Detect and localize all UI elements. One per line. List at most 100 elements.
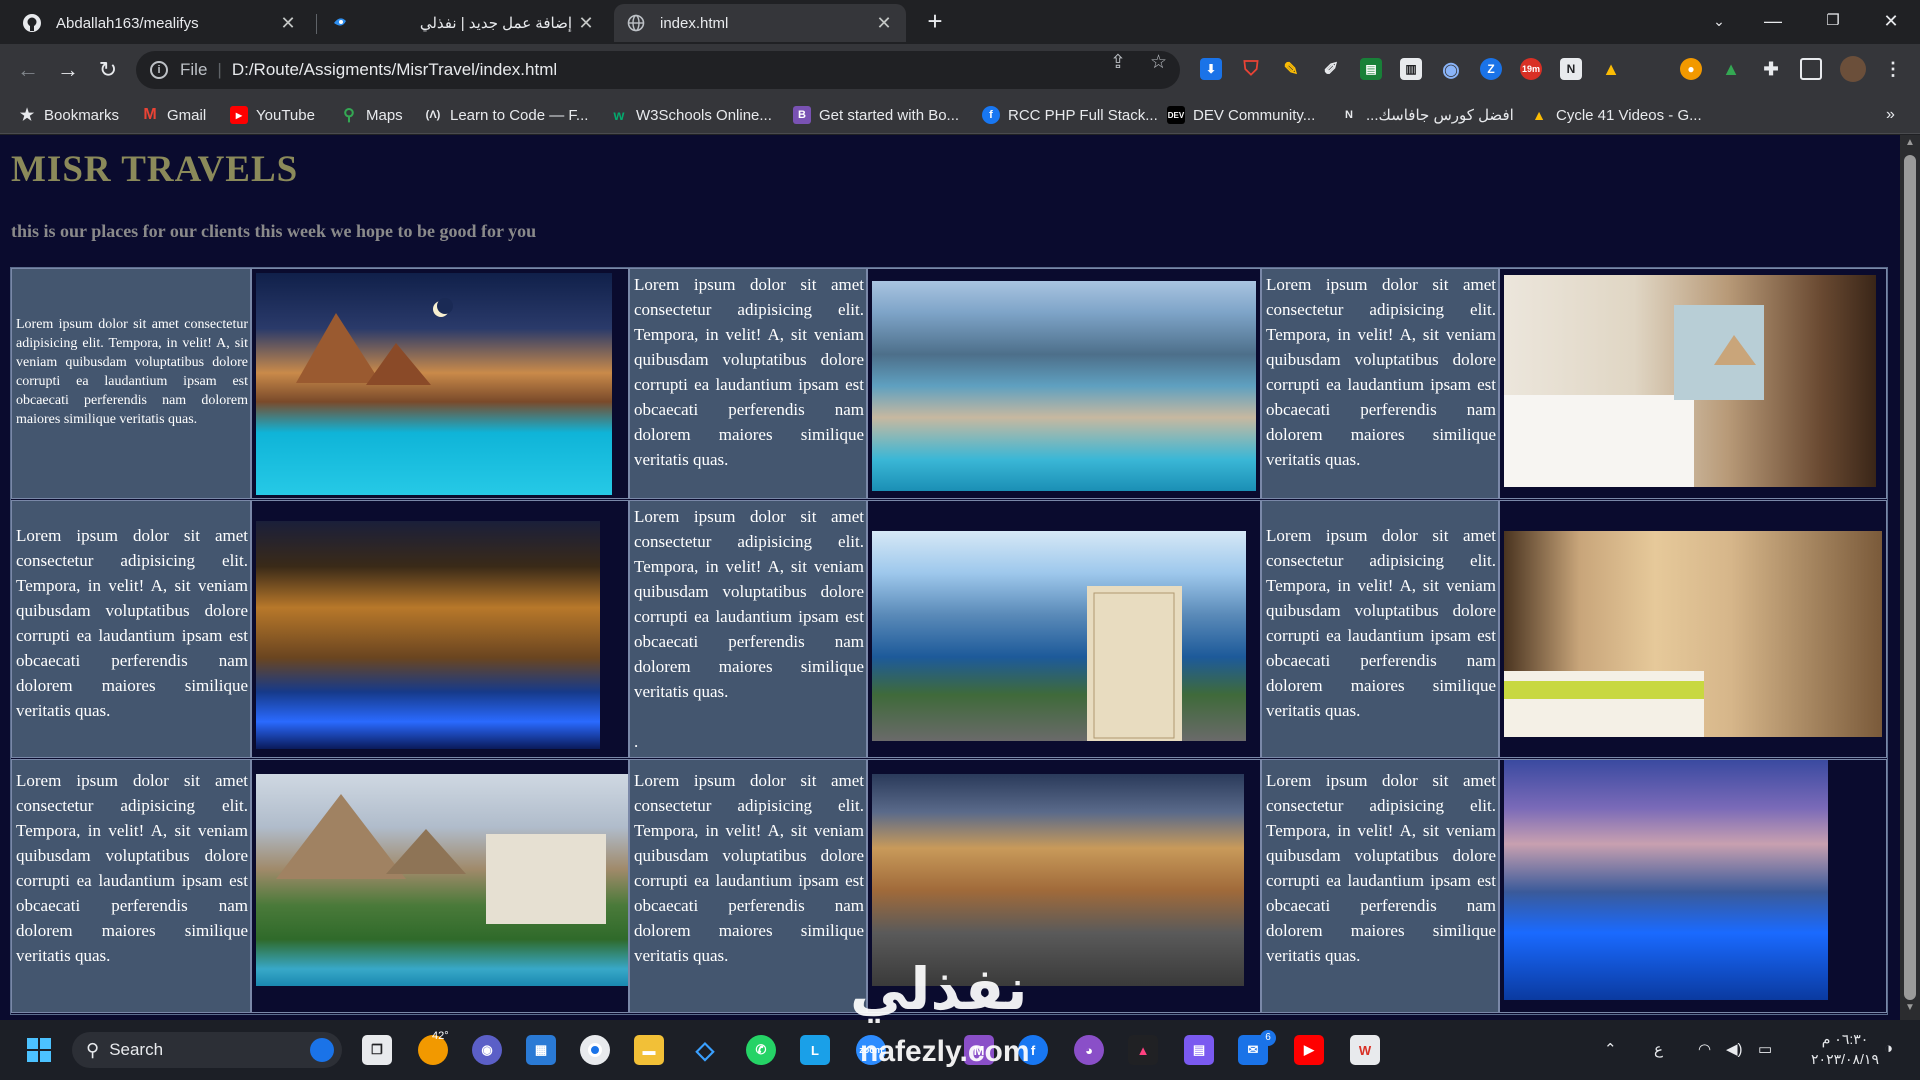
- eyedropper-ext-icon[interactable]: ✐: [1320, 58, 1342, 80]
- bookmark-item[interactable]: ▶ YouTube: [230, 105, 315, 125]
- docs-ext-icon[interactable]: ▥: [1400, 58, 1422, 80]
- more-bookmarks-icon[interactable]: »: [1886, 105, 1895, 125]
- windows-start-icon[interactable]: [24, 1035, 54, 1065]
- back-button[interactable]: ←: [14, 56, 42, 84]
- description-cell: Lorem ipsum dolor sit amet consectetur a…: [11, 268, 251, 499]
- chrome-icon[interactable]: [580, 1035, 610, 1065]
- bookmark-item[interactable]: M Gmail: [141, 105, 206, 125]
- pyramids-garden-image: [256, 774, 628, 986]
- tab-index-html[interactable]: index.html ✕: [614, 4, 906, 42]
- sidepanel-icon[interactable]: [1800, 58, 1822, 80]
- whatsapp-icon[interactable]: ✆: [746, 1035, 776, 1065]
- notifications-icon[interactable]: ◑: [1884, 1040, 1893, 1057]
- task-view-icon[interactable]: ❐: [362, 1035, 392, 1065]
- nafezly-icon: [330, 13, 350, 33]
- store-icon[interactable]: ▦: [526, 1035, 556, 1065]
- image-cell: [1499, 759, 1887, 1013]
- tab-title: إضافة عمل جديد | نفذلي: [419, 15, 572, 32]
- bookmark-item[interactable]: B Get started with Bo...: [793, 105, 959, 125]
- menu-icon[interactable]: ⋮: [1882, 58, 1904, 80]
- dev-icon: DEV: [1167, 106, 1185, 124]
- youtube-icon: ▶: [230, 106, 248, 124]
- github-desktop-icon[interactable]: ◕: [1074, 1035, 1104, 1065]
- tab-nafezly[interactable]: إضافة عمل جديد | نفذلي ✕: [318, 4, 608, 42]
- share-icon[interactable]: ⇪: [1110, 51, 1126, 74]
- bookmark-item[interactable]: ▲ Cycle 41 Videos - G...: [1530, 105, 1702, 125]
- tab-title: Abdallah163/mealifys: [56, 14, 199, 32]
- image-cell: [867, 268, 1261, 499]
- page-scrollbar[interactable]: ▲ ▼: [1900, 135, 1920, 1020]
- watermark-arabic: نفذلي: [850, 955, 1028, 1023]
- drive2-ext-icon[interactable]: ▲: [1720, 58, 1742, 80]
- tab-search-icon[interactable]: ⌄: [1696, 6, 1742, 36]
- volume-icon[interactable]: ◀): [1726, 1040, 1743, 1058]
- address-bar[interactable]: i File | D:/Route/Assigments/MisrTravel/…: [136, 51, 1180, 89]
- taskbar-search[interactable]: ⚲ Search: [72, 1032, 342, 1068]
- w3schools-icon: w: [613, 107, 625, 123]
- page-subtitle: this is our places for our clients this …: [11, 221, 537, 241]
- image-cell: [251, 759, 629, 1013]
- youtube-taskbar-icon[interactable]: ▶: [1294, 1035, 1324, 1065]
- battery-icon[interactable]: ▭: [1758, 1040, 1772, 1058]
- bookmark-item[interactable]: w W3Schools Online...: [610, 105, 772, 125]
- bookmark-item[interactable]: N افضل كورس جافاسك...: [1340, 105, 1514, 125]
- bookmark-star-icon[interactable]: ☆: [1150, 51, 1167, 74]
- chevron-up-icon[interactable]: ⌃: [1604, 1040, 1617, 1058]
- forward-button[interactable]: →: [54, 56, 82, 84]
- new-tab-button[interactable]: +: [921, 8, 949, 36]
- minimize-button[interactable]: —: [1750, 6, 1796, 36]
- drive-ext-icon[interactable]: ▲: [1600, 58, 1622, 80]
- file-explorer-icon[interactable]: ▬: [634, 1035, 664, 1065]
- chat-icon[interactable]: ◉: [472, 1035, 502, 1065]
- description-cell: Lorem ipsum dolor sit amet consectetur a…: [11, 500, 251, 758]
- lens-ext-icon[interactable]: ◉: [1440, 58, 1462, 81]
- close-icon[interactable]: ✕: [278, 13, 298, 33]
- zoom-ext-icon[interactable]: Z: [1480, 58, 1502, 80]
- extensions-icon[interactable]: ✚: [1760, 58, 1782, 80]
- wifi-icon[interactable]: ◠: [1698, 1040, 1711, 1058]
- tab-github[interactable]: Abdallah163/mealifys ✕: [10, 4, 310, 42]
- sheets-ext-icon[interactable]: ▤: [1360, 58, 1382, 80]
- vscode-icon[interactable]: ◇: [690, 1035, 720, 1065]
- description-cell: Lorem ipsum dolor sit amet consectetur a…: [629, 759, 867, 1013]
- l-app-icon[interactable]: L: [800, 1035, 830, 1065]
- notion-ext-icon[interactable]: N: [1560, 58, 1582, 80]
- clock-time: ٠٦:٣٠ م: [1821, 1031, 1869, 1047]
- bookmark-item[interactable]: (Λ) Learn to Code — F...: [424, 105, 589, 125]
- image-cell: [1499, 268, 1887, 499]
- affinity-icon[interactable]: ▲: [1128, 1035, 1158, 1065]
- description-cell: Lorem ipsum dolor sit amet consectetur a…: [11, 759, 251, 1013]
- close-icon[interactable]: ✕: [576, 13, 596, 33]
- bookmark-item[interactable]: ★ Bookmarks: [18, 105, 119, 125]
- scheme-label: File: [180, 60, 208, 79]
- scroll-down-icon[interactable]: ▼: [1900, 1002, 1920, 1018]
- url-text[interactable]: D:/Route/Assigments/MisrTravel/index.htm…: [232, 60, 557, 80]
- close-window-button[interactable]: ✕: [1868, 6, 1914, 36]
- input-language[interactable]: ع: [1654, 1040, 1663, 1058]
- clock[interactable]: ٠٦:٣٠ م ٢٠٢٣/٠٨/١٩: [1795, 1029, 1895, 1069]
- gmail-icon: M: [143, 106, 157, 123]
- wps-office-icon[interactable]: W: [1350, 1035, 1380, 1065]
- shield-ext-icon[interactable]: ⛉: [1240, 58, 1262, 80]
- freecodecamp-icon: (Λ): [425, 109, 441, 121]
- close-icon[interactable]: ✕: [874, 13, 894, 33]
- reload-button[interactable]: ↻: [94, 56, 122, 84]
- table-row: Lorem ipsum dolor sit amet consectetur a…: [11, 268, 1887, 500]
- scroll-up-icon[interactable]: ▲: [1900, 137, 1920, 153]
- bookmark-item[interactable]: f RCC PHP Full Stack...: [982, 105, 1158, 125]
- pen-ext-icon[interactable]: ✎: [1280, 58, 1302, 80]
- drive-icon: ▲: [1532, 107, 1546, 123]
- weather-temp: 42°: [432, 1030, 449, 1042]
- globe-icon: [626, 13, 646, 33]
- github-icon: [22, 13, 42, 33]
- clipchamp-icon[interactable]: ▤: [1184, 1035, 1214, 1065]
- info-icon[interactable]: i: [150, 61, 168, 79]
- download-ext-icon[interactable]: ⬇: [1200, 58, 1222, 80]
- timer-ext-icon[interactable]: 19m: [1520, 58, 1542, 80]
- restore-button[interactable]: ❐: [1810, 6, 1856, 36]
- bookmark-item[interactable]: ⚲ Maps: [340, 105, 403, 125]
- cookie-ext-icon[interactable]: ●: [1680, 58, 1702, 80]
- bookmark-item[interactable]: DEV DEV Community...: [1167, 105, 1315, 125]
- scroll-thumb[interactable]: [1904, 155, 1916, 1000]
- avatar[interactable]: [1840, 56, 1866, 82]
